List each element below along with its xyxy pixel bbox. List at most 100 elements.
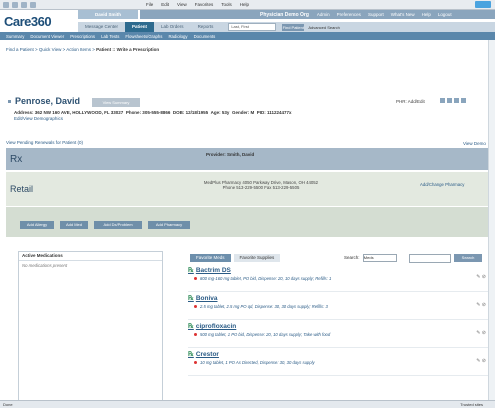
fax-icon[interactable]: [447, 98, 452, 103]
link-preferences[interactable]: Preferences: [337, 12, 361, 17]
menu-edit[interactable]: Edit: [161, 2, 169, 7]
med-name[interactable]: Crestor: [196, 351, 219, 358]
view-summary-button[interactable]: View Summary: [92, 98, 140, 107]
subnav-summary[interactable]: Summary: [6, 34, 24, 39]
med-name[interactable]: Bactrim DS: [196, 267, 231, 274]
link-support[interactable]: Support: [368, 12, 384, 17]
subnav-prescriptions[interactable]: Prescriptions: [70, 34, 95, 39]
med-name[interactable]: ciprofloxacin: [196, 323, 236, 330]
subnav-flowsheets[interactable]: Flowsheets/Graphs: [125, 34, 162, 39]
med-sig[interactable]: 10 mg tablet, 1 PO As Directed, Dispense…: [200, 360, 315, 365]
crumb-action-items[interactable]: Action Items: [66, 47, 91, 52]
subnav-radiology[interactable]: Radiology: [168, 34, 187, 39]
rx-icon: ℞: [188, 267, 194, 274]
med-sig-link[interactable]: 10 mg tablet, 1 PO As Directed, Dispense…: [194, 360, 315, 365]
active-medications-title: Active Medications: [19, 252, 162, 261]
crumb-current: Patient :: Write a Prescription: [96, 47, 160, 52]
retail-label: Retail: [10, 184, 34, 194]
subnav-document-viewer[interactable]: Document Viewer: [30, 34, 64, 39]
link-whats-new[interactable]: What's New: [391, 12, 415, 17]
add-dx-button[interactable]: Add Dx/Problem: [94, 221, 142, 229]
top-bar: Physician Demo Org Admin Preferences Sup…: [140, 10, 495, 19]
view-demo-link[interactable]: View Demo: [463, 141, 486, 146]
pending-renewals-link[interactable]: View Pending Renewals for Patient (0): [6, 140, 83, 145]
find-patient-button[interactable]: Find Patient: [282, 23, 305, 31]
med-sig[interactable]: 800 mg-160 mg tablet, PO bid, Dispense: …: [200, 276, 331, 281]
forward-icon[interactable]: [12, 1, 18, 8]
change-pharmacy-link[interactable]: Add/Change Pharmacy: [420, 182, 464, 187]
med-name-link[interactable]: ℞ Boniva: [188, 294, 218, 302]
patient-name: Penrose, David: [8, 96, 80, 106]
row-action-icons[interactable]: ✎ ⊘: [476, 302, 486, 308]
email-icon[interactable]: [454, 98, 459, 103]
subnav-documents[interactable]: Documents: [194, 34, 216, 39]
browser-menu: File Edit View Favorites Tools Help: [146, 2, 249, 7]
menu-help[interactable]: Help: [240, 2, 249, 7]
scrollbar[interactable]: [488, 40, 495, 400]
med-name[interactable]: Boniva: [196, 295, 218, 302]
tab-patient[interactable]: Patient: [125, 22, 155, 32]
search-label: Search:: [344, 255, 360, 261]
row-action-icons[interactable]: ✎ ⊘: [476, 358, 486, 364]
crumb-find-patient[interactable]: Find a Patient: [6, 47, 34, 52]
subnav-lab-tests[interactable]: Lab Tests: [101, 34, 119, 39]
favorite-meds-list: ℞ Bactrim DS 800 mg-160 mg tablet, PO bid…: [188, 264, 490, 376]
chart-icon[interactable]: [461, 98, 466, 103]
add-pharmacy-button[interactable]: Add Pharmacy: [148, 221, 190, 229]
tab-message-center[interactable]: Message Center: [78, 22, 125, 32]
rx-icon: ℞: [188, 295, 194, 302]
menu-view[interactable]: View: [177, 2, 187, 7]
phr-link[interactable]: PHR: Add/Edit: [396, 99, 425, 104]
tab-favorite-supplies[interactable]: Favorite Supplies: [233, 254, 281, 262]
tab-lab-orders[interactable]: Lab Orders: [154, 22, 191, 32]
link-admin[interactable]: Admin: [317, 12, 330, 17]
refresh-icon[interactable]: [21, 1, 27, 8]
pharmacy-address: MedPlus Pharmacy 4050 Parkway Drive, Mas…: [156, 180, 366, 190]
print-icon[interactable]: [440, 98, 445, 103]
med-sig-link[interactable]: 800 mg-160 mg tablet, PO bid, Dispense: …: [194, 276, 331, 281]
search-button[interactable]: Search: [454, 254, 482, 262]
zone-text: Trusted sites: [460, 402, 483, 407]
practice-name: Physician Demo Org: [260, 11, 309, 18]
add-med-button[interactable]: Add Med: [60, 221, 88, 229]
care360-logo: Care360: [4, 14, 52, 29]
med-sig[interactable]: 2.5 mg tablet, 2.5 mg PO qd, Dispense: 3…: [200, 304, 328, 309]
patient-gender: Gender: M: [231, 110, 255, 115]
app-window: File Edit View Favorites Tools Help Care…: [0, 0, 495, 408]
menu-tools[interactable]: Tools: [221, 2, 232, 7]
menu-file[interactable]: File: [146, 2, 153, 7]
med-sig-link[interactable]: 2.5 mg tablet, 2.5 mg PO qd, Dispense: 3…: [194, 304, 328, 309]
med-sig[interactable]: 500 mg tablet, 1 PO bid, Dispense: 20, 1…: [200, 332, 330, 337]
back-icon[interactable]: [3, 1, 9, 8]
list-item: ℞ Boniva 2.5 mg tablet, 2.5 mg PO qd, Dis…: [188, 292, 490, 320]
crumb-quick-view[interactable]: Quick View: [39, 47, 61, 52]
link-help[interactable]: Help: [422, 12, 431, 17]
tab-favorite-meds[interactable]: Favorite Meds: [190, 254, 231, 262]
med-search-input[interactable]: [409, 254, 451, 263]
med-sig-link[interactable]: 500 mg tablet, 1 PO bid, Dispense: 20, 1…: [194, 332, 330, 337]
row-action-icons[interactable]: ✎ ⊘: [476, 330, 486, 336]
row-action-icons[interactable]: ✎ ⊘: [476, 274, 486, 280]
med-name-link[interactable]: ℞ Bactrim DS: [188, 266, 231, 274]
med-name-link[interactable]: ℞ ciprofloxacin: [188, 322, 236, 330]
pharmacy-panel: Retail MedPlus Pharmacy 4050 Parkway Dri…: [6, 172, 490, 206]
menu-favorites[interactable]: Favorites: [195, 2, 214, 7]
patient-name-text: Penrose, David: [15, 96, 81, 106]
patient-search-input[interactable]: Last, First: [228, 23, 277, 31]
ie-logo-icon: [475, 1, 491, 8]
edit-demographics-link[interactable]: Edit/View Demographics: [14, 116, 63, 121]
med-name-link[interactable]: ℞ Crestor: [188, 350, 219, 358]
home-icon[interactable]: [30, 1, 36, 8]
pharmacy-phone-line: Phone 513-229-5500 Fax 513-229-5505: [222, 185, 300, 190]
pill-icon: [194, 361, 197, 365]
search-type-select[interactable]: Meds: [362, 254, 397, 262]
provider-label: Provider: Smith, David: [206, 152, 255, 157]
advanced-search-link[interactable]: Advanced Search: [308, 25, 340, 30]
status-text: Done: [3, 402, 13, 407]
list-item: ℞ Bactrim DS 800 mg-160 mg tablet, PO bid…: [188, 264, 490, 292]
status-bar: Done Trusted sites: [0, 400, 495, 408]
bullet-icon: [8, 100, 11, 104]
link-logout[interactable]: Logout: [438, 12, 452, 17]
add-allergy-button[interactable]: Add Allergy: [20, 221, 54, 229]
tab-reports[interactable]: Reports: [191, 22, 221, 32]
